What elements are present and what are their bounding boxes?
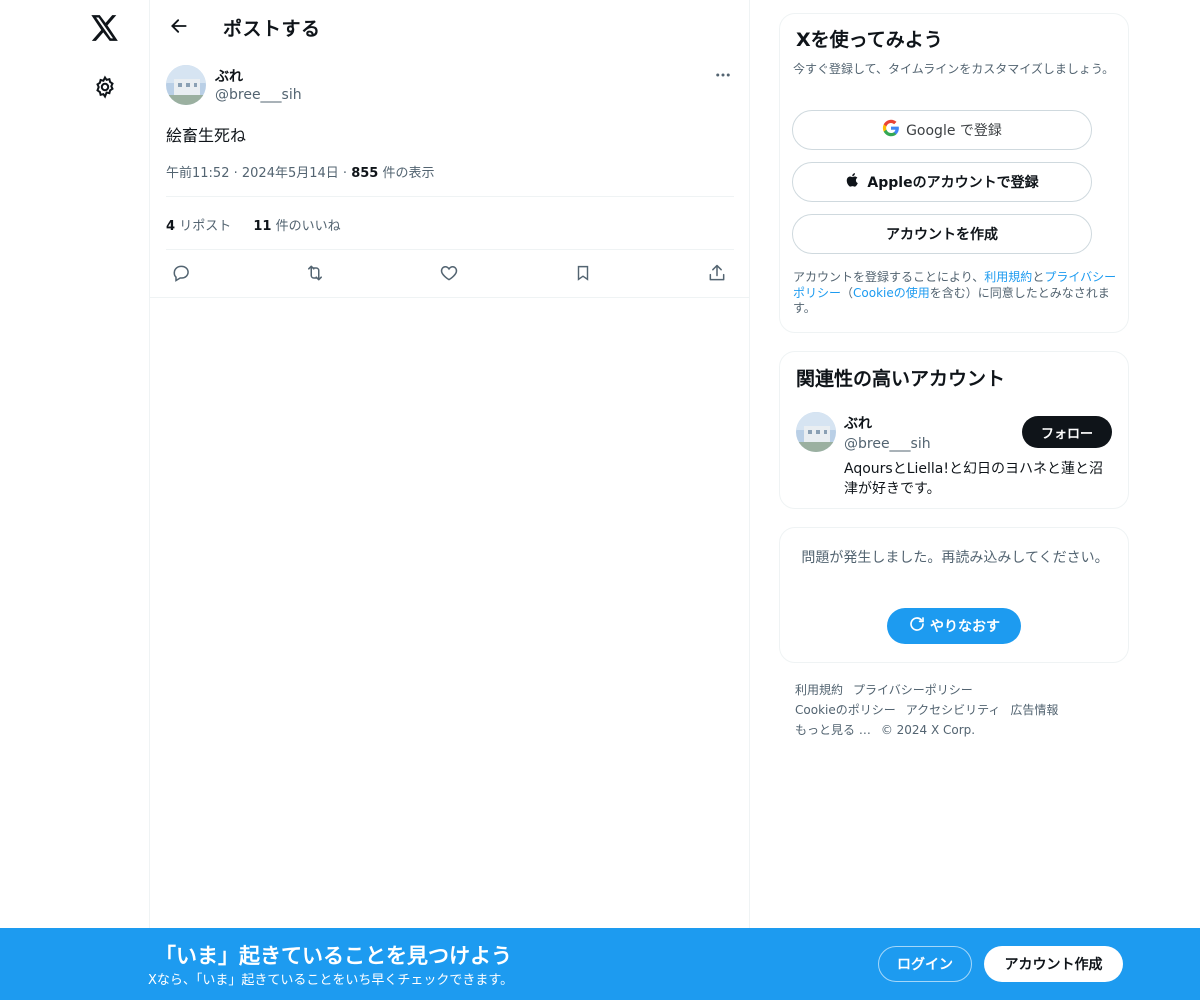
- apple-signup-label: Appleのアカウントで登録: [867, 175, 1039, 191]
- footer-link-more[interactable]: もっと見る …: [795, 723, 871, 737]
- repost-icon[interactable]: [302, 260, 328, 286]
- error-card: 問題が発生しました。再読み込みしてください。 やりなおす: [779, 527, 1129, 663]
- post-bottom-divider: [150, 297, 750, 298]
- retry-label: やりなおす: [930, 619, 1000, 635]
- bookmark-icon[interactable]: [570, 260, 596, 286]
- post-time[interactable]: 午前11:52: [166, 166, 229, 181]
- relevant-account-avatar[interactable]: [796, 412, 836, 452]
- relevant-account-name[interactable]: ぶれ: [844, 413, 872, 433]
- retry-button[interactable]: やりなおす: [887, 608, 1021, 644]
- reposts-stat[interactable]: 4 リポスト: [166, 219, 231, 234]
- relevant-account-bio: AqoursとLiella!と幻日のヨハネと蓮と沼津が好きです。: [844, 461, 1103, 497]
- create-account-label: アカウントを作成: [886, 227, 998, 243]
- relevant-account-handle[interactable]: @bree___sih: [844, 436, 931, 452]
- apple-icon: [845, 171, 861, 193]
- reply-icon[interactable]: [168, 260, 194, 286]
- likes-stat[interactable]: 11 件のいいね: [253, 219, 340, 234]
- x-logo-icon[interactable]: [83, 6, 127, 50]
- footer-link-privacy[interactable]: プライバシーポリシー: [853, 683, 973, 697]
- create-account-button[interactable]: アカウントを作成: [792, 214, 1092, 254]
- main-column: ポストする ぶれ @bree___sih 絵畜生死ね 午前11:52 · 202…: [149, 0, 750, 1000]
- footer-links: 利用規約 プライバシーポリシー Cookieのポリシー アクセシビリティ 広告情報 も…: [795, 680, 1125, 740]
- divider: [166, 196, 734, 197]
- meta-separator: ·: [342, 166, 352, 181]
- page-title: ポストする: [223, 18, 321, 40]
- signup-card-subtitle: 今すぐ登録して、タイムラインをカスタマイズしましょう。: [793, 62, 1115, 76]
- banner-subtitle: Xなら、「いま」起きていることをいち早くチェックできます。: [148, 973, 514, 988]
- cookie-use-link[interactable]: Cookieの使用: [853, 286, 930, 300]
- banner-title: 「いま」起きていることを見つけよう: [155, 944, 512, 968]
- error-message: 問題が発生しました。再読み込みしてください。: [801, 550, 1109, 566]
- footer-link-terms[interactable]: 利用規約: [795, 683, 843, 697]
- apple-signup-button[interactable]: Appleのアカウントで登録: [792, 162, 1092, 202]
- terms-link[interactable]: 利用規約: [984, 270, 1032, 284]
- google-signup-label: Google で登録: [906, 123, 1002, 139]
- banner-signup-button[interactable]: アカウント作成: [984, 946, 1123, 982]
- footer-copyright: © 2024 X Corp.: [880, 723, 976, 737]
- google-icon: [882, 119, 900, 141]
- views-label: 件の表示: [382, 166, 435, 181]
- post-actions: [166, 260, 734, 286]
- post-meta: 午前11:52 · 2024年5月14日 · 855 件の表示: [166, 162, 434, 181]
- share-icon[interactable]: [704, 260, 730, 286]
- signup-card-title: Xを使ってみよう: [796, 29, 943, 51]
- refresh-icon: [908, 615, 926, 637]
- relevant-accounts-title: 関連性の高いアカウント: [796, 368, 1006, 390]
- more-options-icon[interactable]: [712, 64, 734, 86]
- follow-button[interactable]: フォロー: [1022, 416, 1112, 448]
- gear-icon[interactable]: [83, 65, 127, 109]
- author-avatar[interactable]: [166, 65, 206, 105]
- footer-link-ads[interactable]: 広告情報: [1010, 703, 1058, 717]
- like-icon[interactable]: [436, 260, 462, 286]
- divider: [166, 249, 734, 250]
- author-name[interactable]: ぶれ: [215, 66, 243, 86]
- post-date[interactable]: 2024年5月14日: [242, 166, 339, 181]
- footer-link-accessibility[interactable]: アクセシビリティ: [906, 703, 1001, 717]
- meta-separator: ·: [233, 166, 242, 181]
- left-nav: [0, 0, 150, 1000]
- views-count: 855: [351, 166, 379, 181]
- post-stats: 4 リポスト 11 件のいいね: [166, 215, 359, 234]
- login-button[interactable]: ログイン: [878, 946, 972, 982]
- signup-card: Xを使ってみよう 今すぐ登録して、タイムラインをカスタマイズしましょう。 Goo…: [779, 13, 1129, 333]
- author-handle[interactable]: @bree___sih: [215, 87, 302, 103]
- footer-link-cookie[interactable]: Cookieのポリシー: [795, 703, 896, 717]
- post-text: 絵畜生死ね: [166, 126, 247, 145]
- relevant-accounts-card: 関連性の高いアカウント ぶれ @bree___sih AqoursとLiella…: [779, 351, 1129, 509]
- google-signup-button[interactable]: Google で登録: [792, 110, 1092, 150]
- bottom-signup-banner: 「いま」起きていることを見つけよう Xなら、「いま」起きていることをいち早くチェ…: [0, 928, 1200, 1000]
- signup-legal-text: アカウントを登録することにより、利用規約とプライバシーポリシー（Cookieの使…: [793, 270, 1117, 315]
- back-arrow-icon[interactable]: [161, 8, 197, 44]
- main-header: ポストする: [150, 0, 750, 54]
